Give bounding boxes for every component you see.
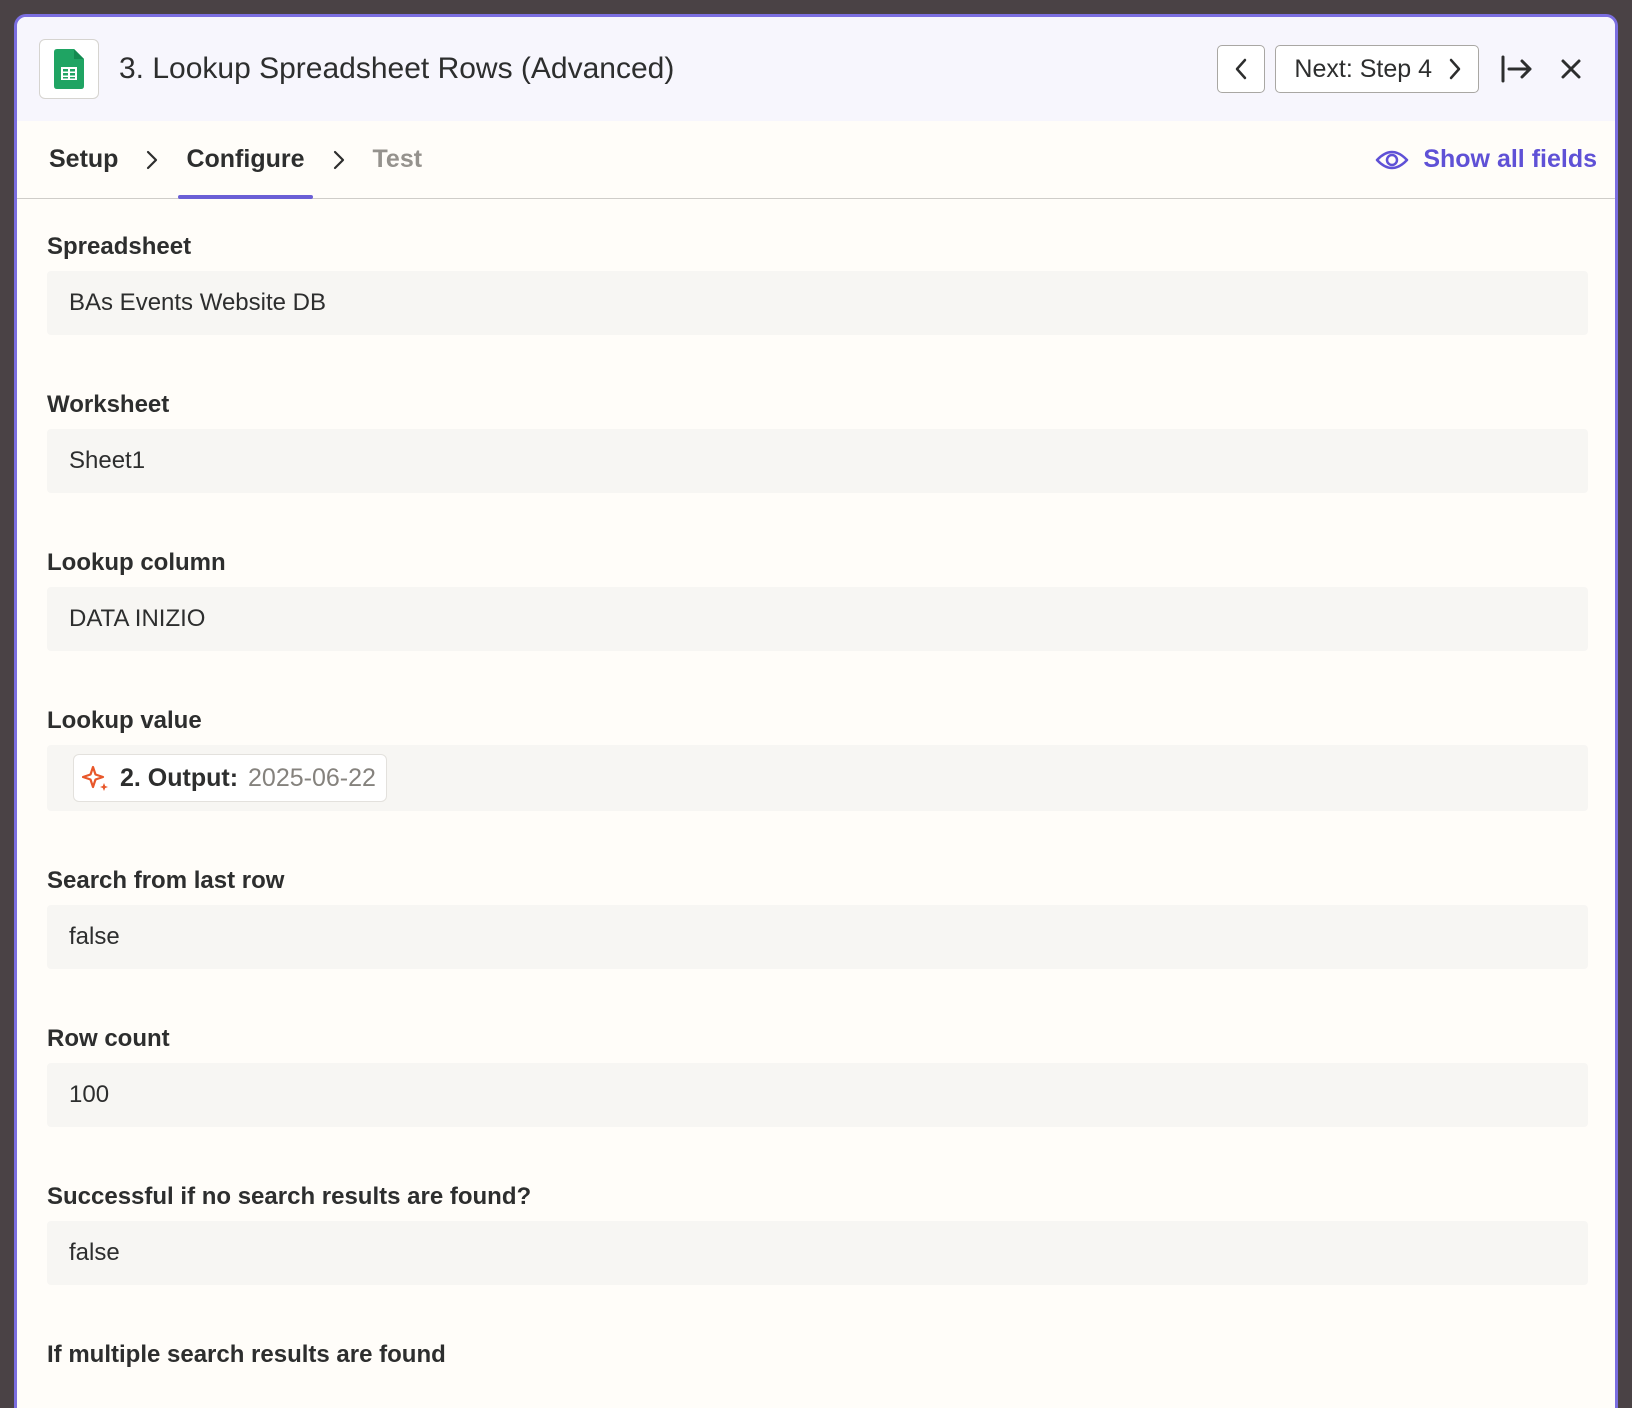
field-label: Lookup column: [47, 549, 226, 576]
field-label: Worksheet: [47, 391, 170, 418]
tab-configure[interactable]: Configure: [178, 121, 313, 199]
worksheet-input[interactable]: Sheet1: [47, 429, 1588, 493]
next-step-label: Next: Step 4: [1294, 54, 1432, 83]
configure-form: Spreadsheet BAs Events Website DB Worksh…: [17, 199, 1615, 1373]
google-sheets-icon: [39, 39, 99, 99]
field-value: false: [69, 1239, 120, 1266]
field-label: Successful if no search results are foun…: [47, 1183, 532, 1210]
show-all-fields-button[interactable]: Show all fields: [1375, 121, 1597, 198]
field-worksheet: Worksheet Sheet1: [47, 387, 1588, 493]
chevron-left-icon: [1236, 58, 1247, 80]
field-value: false: [69, 923, 120, 950]
field-value: 100: [69, 1081, 110, 1108]
chevron-right-icon: [313, 121, 365, 198]
eye-icon: [1376, 150, 1409, 169]
pill-value: 2025-06-22: [248, 763, 376, 792]
field-spreadsheet: Spreadsheet BAs Events Website DB: [47, 229, 1588, 335]
chevron-right-icon: [1449, 58, 1461, 80]
tab-setup[interactable]: Setup: [41, 121, 126, 198]
field-label: If multiple search results are found: [47, 1341, 446, 1368]
successful-if-none-input[interactable]: false: [47, 1221, 1588, 1285]
step-tabs: Setup Configure Test Show all fields: [17, 121, 1615, 199]
field-label: Search from last row: [47, 867, 285, 894]
ai-sparkle-icon: [82, 765, 108, 791]
previous-step-button[interactable]: [1217, 45, 1266, 93]
pill-step-label: 2. Output:: [120, 763, 239, 792]
field-value: DATA INIZIO: [69, 605, 206, 632]
field-multiple-results: If multiple search results are found: [47, 1337, 1585, 1373]
field-value: Sheet1: [69, 447, 146, 474]
step-editor-panel: 3. Lookup Spreadsheet Rows (Advanced) Ne…: [14, 14, 1618, 1408]
panel-header: 3. Lookup Spreadsheet Rows (Advanced) Ne…: [17, 17, 1615, 121]
tab-test-label: Test: [372, 145, 423, 173]
close-icon: [1561, 59, 1581, 79]
tab-setup-label: Setup: [49, 145, 119, 173]
tab-configure-label: Configure: [186, 145, 305, 173]
chevron-right-icon: [126, 121, 178, 198]
mapped-value-pill[interactable]: 2. Output: 2025-06-22: [73, 754, 387, 802]
field-label: Lookup value: [47, 707, 202, 734]
field-successful-if-none: Successful if no search results are foun…: [47, 1179, 1588, 1285]
field-lookup-value: Lookup value 2. Output: 2025-06-22: [47, 703, 1588, 811]
field-row-count: Row count 100: [47, 1021, 1588, 1127]
field-search-from-last-row: Search from last row false: [47, 863, 1588, 969]
row-count-input[interactable]: 100: [47, 1063, 1588, 1127]
lookup-column-input[interactable]: DATA INIZIO: [47, 587, 1588, 651]
collapse-panel-button[interactable]: [1495, 47, 1539, 91]
show-all-fields-label: Show all fields: [1423, 145, 1597, 173]
field-value: BAs Events Website DB: [69, 289, 326, 316]
arrow-to-right-icon: [1501, 55, 1532, 83]
field-label: Row count: [47, 1025, 170, 1052]
page-title: 3. Lookup Spreadsheet Rows (Advanced): [119, 52, 675, 85]
search-from-last-row-input[interactable]: false: [47, 905, 1588, 969]
close-button[interactable]: [1549, 47, 1593, 91]
next-step-button[interactable]: Next: Step 4: [1275, 45, 1479, 93]
field-label: Spreadsheet: [47, 233, 192, 260]
field-lookup-column: Lookup column DATA INIZIO: [47, 545, 1588, 651]
tab-test[interactable]: Test: [365, 121, 431, 198]
lookup-value-input[interactable]: 2. Output: 2025-06-22: [47, 745, 1588, 811]
spreadsheet-input[interactable]: BAs Events Website DB: [47, 271, 1588, 335]
